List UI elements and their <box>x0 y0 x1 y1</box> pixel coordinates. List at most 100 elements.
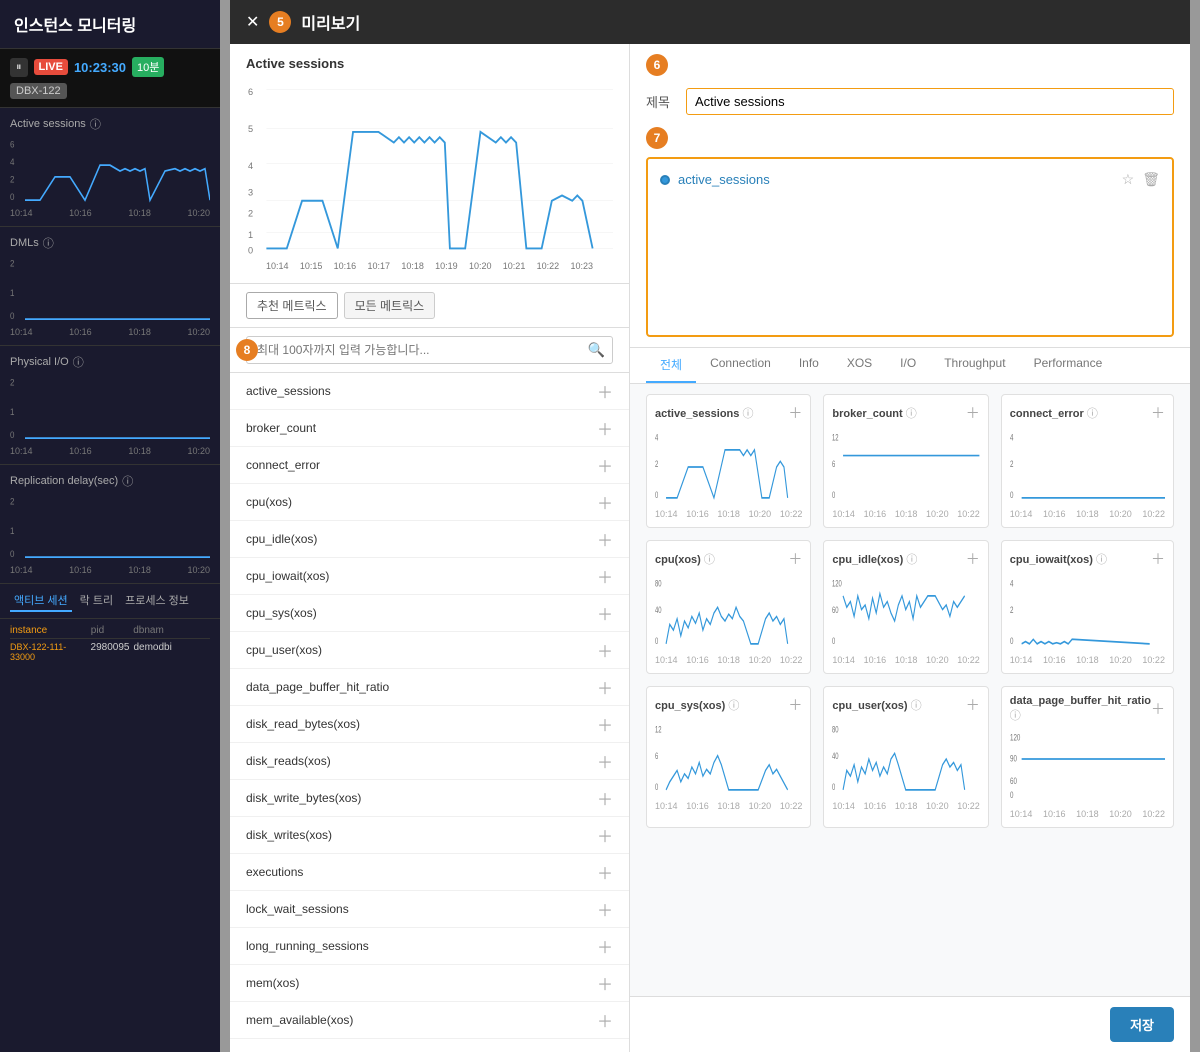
connect-error-grid-chart: 4 2 0 <box>1010 427 1165 507</box>
dmls-label: DMLs ⓘ <box>10 235 210 251</box>
add-broker-count-button[interactable]: ＋ <box>966 403 980 423</box>
metric-delete-button[interactable]: 🗑 <box>1142 171 1160 188</box>
add-metric-button[interactable]: ＋ <box>597 379 613 403</box>
tab-active-sessions[interactable]: 액티브 세션 <box>10 590 72 612</box>
list-item[interactable]: disk_writes(xos)＋ <box>230 817 629 854</box>
replication-xaxis: 10:1410:1610:1810:20 <box>10 565 210 575</box>
add-metric-button[interactable]: ＋ <box>597 971 613 995</box>
svg-text:90: 90 <box>1010 753 1017 764</box>
svg-text:5: 5 <box>248 124 253 134</box>
list-item[interactable]: cpu_idle(xos)＋ <box>230 521 629 558</box>
list-item[interactable]: mem_buffcache(xos)＋ <box>230 1039 629 1052</box>
replication-info-icon: ⓘ <box>122 473 133 489</box>
recommended-metrics-tab[interactable]: 추천 메트릭스 <box>246 292 338 319</box>
list-item[interactable]: broker_count＋ <box>230 410 629 447</box>
add-metric-button[interactable]: ＋ <box>597 490 613 514</box>
add-metric-button[interactable]: ＋ <box>597 897 613 921</box>
metric-card-cpu-xos: cpu(xos) ⓘ ＋ 80 40 0 <box>646 540 811 674</box>
list-item[interactable]: cpu_iowait(xos)＋ <box>230 558 629 595</box>
tab-process-info[interactable]: 프로세스 정보 <box>121 590 193 612</box>
list-item[interactable]: mem_available(xos)＋ <box>230 1002 629 1039</box>
svg-text:4: 4 <box>248 161 253 171</box>
add-metric-button[interactable]: ＋ <box>597 1045 613 1052</box>
tab-lock-tree[interactable]: 락 트리 <box>76 590 117 612</box>
list-item[interactable]: disk_reads(xos)＋ <box>230 743 629 780</box>
modal-header: ✕ 5 미리보기 <box>230 0 1190 44</box>
add-cpu-xos-button[interactable]: ＋ <box>788 549 802 569</box>
add-metric-button[interactable]: ＋ <box>597 638 613 662</box>
grid-tab-performance[interactable]: Performance <box>1020 348 1117 383</box>
all-metrics-tab[interactable]: 모든 메트릭스 <box>344 292 436 319</box>
add-metric-button[interactable]: ＋ <box>597 1008 613 1032</box>
list-item[interactable]: cpu_user(xos)＋ <box>230 632 629 669</box>
step-badge-8: 8 <box>236 339 258 361</box>
add-metric-button[interactable]: ＋ <box>597 934 613 958</box>
svg-text:40: 40 <box>655 605 662 616</box>
list-item[interactable]: mem(xos)＋ <box>230 965 629 1002</box>
add-cpu-idle-button[interactable]: ＋ <box>966 549 980 569</box>
metric-card-cpu-sys-xos: cpu_sys(xos) ⓘ ＋ 12 6 0 <box>646 686 811 828</box>
list-item[interactable]: cpu_sys(xos)＋ <box>230 595 629 632</box>
metric-settings-button[interactable]: ☆ <box>1122 171 1135 188</box>
metric-card-connect-error: connect_error ⓘ ＋ 4 2 0 <box>1001 394 1174 528</box>
grid-tab-throughput[interactable]: Throughput <box>930 348 1019 383</box>
step-badge-7: 7 <box>646 127 668 149</box>
list-item[interactable]: disk_read_bytes(xos)＋ <box>230 706 629 743</box>
add-connect-error-button[interactable]: ＋ <box>1151 403 1165 423</box>
title-field-label: 제목 <box>646 92 676 111</box>
add-metric-button[interactable]: ＋ <box>597 564 613 588</box>
list-item[interactable]: cpu(xos)＋ <box>230 484 629 521</box>
list-item[interactable]: connect_error＋ <box>230 447 629 484</box>
list-item[interactable]: executions＋ <box>230 854 629 891</box>
svg-text:6: 6 <box>655 751 658 762</box>
add-cpu-user-button[interactable]: ＋ <box>966 695 980 715</box>
modal-close-button[interactable]: ✕ <box>246 12 259 32</box>
add-metric-button[interactable]: ＋ <box>597 453 613 477</box>
replication-delay-chart-section: Replication delay(sec) ⓘ 2 1 0 10:1410:1… <box>0 465 220 584</box>
svg-text:2: 2 <box>10 496 15 507</box>
svg-text:4: 4 <box>1010 579 1014 590</box>
chart-title-input[interactable] <box>686 88 1174 115</box>
add-metric-button[interactable]: ＋ <box>597 601 613 625</box>
svg-text:60: 60 <box>1010 776 1017 787</box>
svg-text:0: 0 <box>10 311 15 322</box>
add-metric-button[interactable]: ＋ <box>597 712 613 736</box>
metric-search-input[interactable] <box>246 336 613 364</box>
active-sessions-chart-section: Active sessions ⓘ 6 4 2 0 10:1410:1610:1… <box>0 108 220 227</box>
add-metric-button[interactable]: ＋ <box>597 823 613 847</box>
svg-text:2: 2 <box>248 208 253 218</box>
cpu-xos-grid-chart: 80 40 0 <box>655 573 802 653</box>
grid-tab-info[interactable]: Info <box>785 348 833 383</box>
svg-text:12: 12 <box>655 724 662 735</box>
list-item[interactable]: long_running_sessions＋ <box>230 928 629 965</box>
grid-tab-io[interactable]: I/O <box>886 348 930 383</box>
list-item[interactable]: data_page_buffer_hit_ratio＋ <box>230 669 629 706</box>
list-item[interactable]: disk_write_bytes(xos)＋ <box>230 780 629 817</box>
add-metric-button[interactable]: ＋ <box>597 786 613 810</box>
replication-delay-mini-chart: 2 1 0 <box>10 493 210 563</box>
metric-card-broker-count: broker_count ⓘ ＋ 12 6 0 <box>823 394 988 528</box>
add-metric-button[interactable]: ＋ <box>597 527 613 551</box>
svg-text:0: 0 <box>248 246 253 256</box>
grid-tabs-container: 9 전체 Connection Info XOS I/O Throughput … <box>630 348 1190 384</box>
add-metric-button[interactable]: ＋ <box>597 675 613 699</box>
grid-tab-connection[interactable]: Connection <box>696 348 785 383</box>
add-metric-button[interactable]: ＋ <box>597 749 613 773</box>
grid-tab-all[interactable]: 전체 <box>646 348 696 383</box>
add-active-sessions-button[interactable]: ＋ <box>788 403 802 423</box>
save-button[interactable]: 저장 <box>1110 1007 1174 1042</box>
add-metric-button[interactable]: ＋ <box>597 416 613 440</box>
list-item[interactable]: active_sessions＋ <box>230 373 629 410</box>
add-data-page-buffer-button[interactable]: ＋ <box>1151 699 1165 719</box>
add-cpu-iowait-button[interactable]: ＋ <box>1151 549 1165 569</box>
svg-text:120: 120 <box>832 578 842 589</box>
add-cpu-sys-button[interactable]: ＋ <box>788 695 802 715</box>
list-item[interactable]: lock_wait_sessions＋ <box>230 891 629 928</box>
svg-text:80: 80 <box>832 724 839 735</box>
svg-text:2: 2 <box>1010 459 1013 470</box>
svg-text:0: 0 <box>832 782 835 793</box>
svg-text:0: 0 <box>10 549 15 560</box>
add-metric-button[interactable]: ＋ <box>597 860 613 884</box>
grid-tab-xos[interactable]: XOS <box>833 348 886 383</box>
pause-button[interactable]: ⏸ <box>10 58 28 77</box>
